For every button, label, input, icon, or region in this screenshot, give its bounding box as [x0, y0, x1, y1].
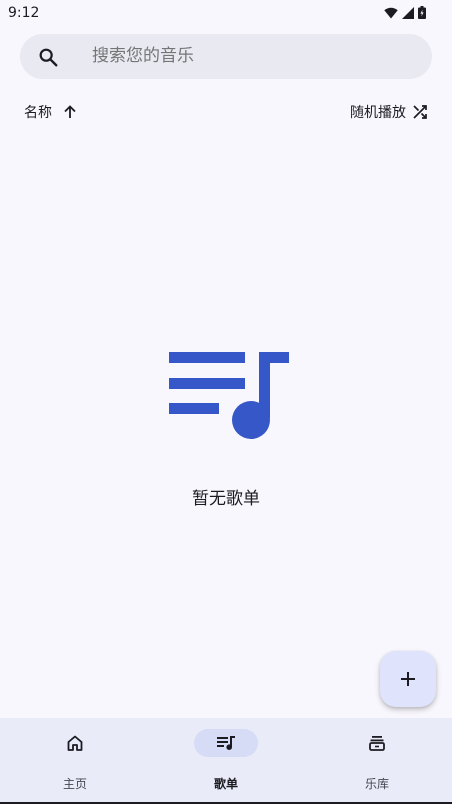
sort-by-name-button[interactable]: 名称 — [24, 102, 78, 122]
shuffle-icon — [413, 105, 427, 119]
home-icon — [67, 735, 83, 751]
playlist-icon — [217, 736, 235, 750]
wifi-icon — [384, 7, 398, 18]
search-bar[interactable] — [20, 34, 432, 79]
nav-pill-home — [43, 729, 107, 757]
library-icon — [369, 736, 385, 751]
nav-label-playlists: 歌单 — [213, 777, 238, 791]
search-input[interactable] — [92, 46, 412, 66]
nav-item-playlists[interactable]: 歌单 — [151, 718, 301, 802]
empty-state-message: 暂无歌单 — [192, 489, 260, 509]
nav-label-home: 主页 — [62, 777, 87, 791]
empty-playlist-icon — [169, 352, 289, 439]
nav-item-home[interactable]: 主页 — [0, 718, 150, 802]
nav-item-library[interactable]: 乐库 — [302, 718, 452, 802]
nav-pill-playlists — [194, 729, 258, 757]
search-icon[interactable] — [37, 46, 59, 68]
status-time: 9:12 — [8, 5, 40, 21]
shuffle-label: 随机播放 — [350, 105, 406, 121]
sort-label: 名称 — [24, 105, 52, 121]
status-bar: 9:12 — [0, 0, 452, 26]
arrow-up-icon — [64, 105, 76, 118]
sort-bar: 名称 随机播放 — [0, 98, 452, 126]
status-icons — [384, 6, 426, 19]
nav-label-library: 乐库 — [364, 777, 389, 791]
plus-icon — [401, 672, 415, 686]
add-playlist-button[interactable] — [380, 651, 436, 707]
signal-icon — [402, 6, 414, 19]
nav-pill-library — [345, 729, 409, 757]
shuffle-play-button[interactable]: 随机播放 — [350, 102, 428, 122]
battery-icon — [418, 6, 426, 19]
bottom-navigation: 主页 歌单 乐库 — [0, 718, 452, 802]
